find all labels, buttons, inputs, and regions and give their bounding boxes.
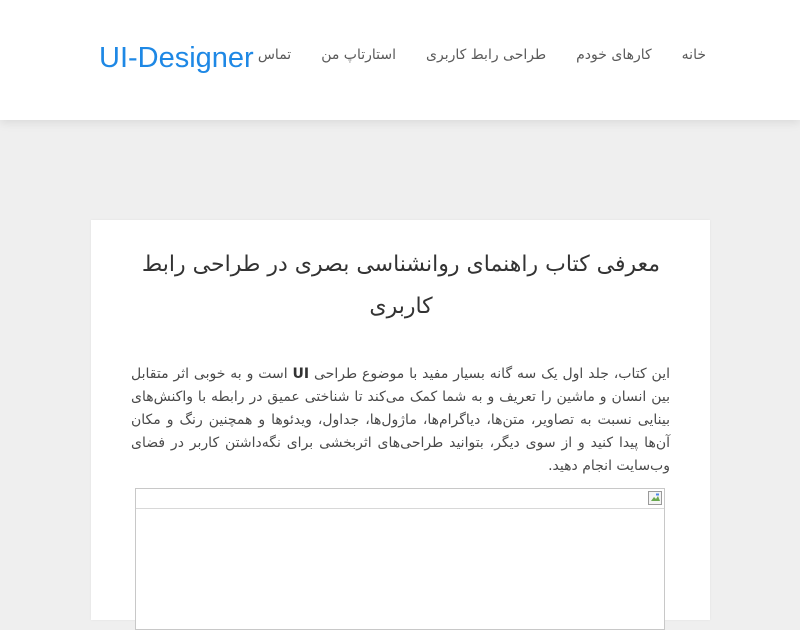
nav-item-my-startup[interactable]: استارتاپ من <box>321 44 396 66</box>
main-nav: خانه کارهای خودم طراحی رابط کاربری استار… <box>258 44 706 66</box>
post-body-text-1: این کتاب، جلد اول یک سه گانه بسیار مفید … <box>309 366 670 382</box>
post-card: معرفی کتاب راهنمای روانشناسی بصری در طرا… <box>91 220 710 630</box>
nav-item-home[interactable]: خانه <box>682 44 706 66</box>
post-body: این کتاب، جلد اول یک سه گانه بسیار مفید … <box>131 363 670 478</box>
site-logo[interactable]: UI-Designer <box>99 38 254 78</box>
broken-image-icon <box>648 491 662 505</box>
nav-item-my-works[interactable]: کارهای خودم <box>576 44 652 66</box>
post-image <box>135 488 665 630</box>
nav-item-ui-design[interactable]: طراحی رابط کاربری <box>426 44 546 66</box>
post-body-text-2: است و به خوبی اثر متقابل بین انسان و ماش… <box>131 366 670 474</box>
post-body-bold: UI <box>292 366 310 382</box>
post-title: معرفی کتاب راهنمای روانشناسی بصری در طرا… <box>141 252 661 319</box>
site-header: خانه کارهای خودم طراحی رابط کاربری استار… <box>0 0 800 120</box>
image-divider <box>136 508 664 509</box>
nav-item-contact[interactable]: تماس <box>258 44 291 66</box>
